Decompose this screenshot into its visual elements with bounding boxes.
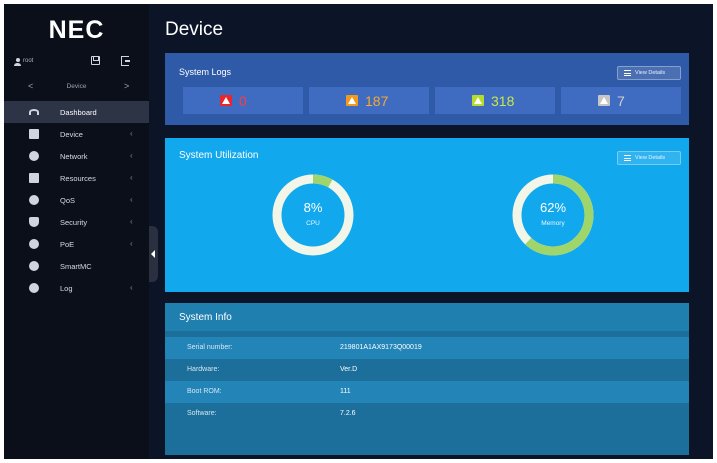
info-row-bootrom: Boot ROM: 111 [165, 381, 689, 403]
info-key: Hardware: [187, 366, 220, 373]
system-info-panel: System Info Serial number: 219801A1AX917… [165, 303, 689, 455]
chevron-left-icon: ‹ [130, 195, 133, 204]
system-info-title: System Info [179, 312, 232, 323]
memory-donut: 62% Memory [511, 173, 595, 257]
gauge-icon [29, 109, 39, 115]
chevron-left-icon: ‹ [130, 151, 133, 160]
system-logs-view-details-button[interactable]: View Details [617, 66, 681, 80]
view-details-label: View Details [635, 155, 666, 161]
sidebar: NEC root < Device > Dashboard Device ‹ N… [4, 4, 149, 459]
chevron-left-icon: ‹ [130, 129, 133, 138]
sidebar-item-device[interactable]: Device ‹ [4, 123, 149, 145]
sidebar-item-dashboard[interactable]: Dashboard [4, 101, 149, 123]
sidebar-item-label: Log [60, 284, 73, 293]
info-value: 219801A1AX9173Q00019 [340, 344, 422, 351]
system-info-header: System Info [165, 303, 689, 331]
nav-switch: < Device > [4, 80, 149, 94]
system-utilization-title: System Utilization [179, 150, 259, 161]
qos-icon [29, 195, 39, 205]
sidebar-item-label: Network [60, 152, 88, 161]
info-row-serial: Serial number: 219801A1AX9173Q00019 [165, 337, 689, 359]
log-count-info[interactable]: 7 [561, 87, 681, 114]
chevron-left-icon: ‹ [130, 283, 133, 292]
system-utilization-panel: System Utilization View Details 8% CPU 6… [165, 138, 689, 292]
poe-icon [29, 239, 39, 249]
info-key: Boot ROM: [187, 388, 222, 395]
info-value: Ver.D [340, 366, 358, 373]
sidebar-item-security[interactable]: Security ‹ [4, 211, 149, 233]
sidebar-item-label: Resources [60, 174, 96, 183]
list-icon [624, 70, 631, 76]
globe-icon [29, 151, 39, 161]
sidebar-item-label: QoS [60, 196, 76, 205]
info-row-software: Software: 7.2.6 [165, 403, 689, 425]
sidebar-item-smartmc[interactable]: SmartMC [4, 255, 149, 277]
cpu-percent: 8% [303, 200, 323, 215]
user-name: root [23, 58, 34, 64]
main-content: Device System Logs View Details 0 187 31… [149, 4, 713, 459]
log-count-critical[interactable]: 0 [183, 87, 303, 114]
log-count-value: 7 [617, 93, 625, 109]
memory-percent: 62% [539, 200, 567, 215]
view-details-label: View Details [635, 70, 666, 76]
chevron-left-icon: ‹ [130, 239, 133, 248]
warning-icon [472, 95, 484, 106]
info-value: 111 [340, 388, 351, 395]
cpu-donut: 8% CPU [271, 173, 355, 257]
list-icon [624, 155, 631, 161]
sidebar-item-log[interactable]: Log ‹ [4, 277, 149, 299]
system-logs-title: System Logs [179, 67, 232, 77]
sidebar-item-network[interactable]: Network ‹ [4, 145, 149, 167]
system-utilization-view-details-button[interactable]: View Details [617, 151, 681, 165]
warning-icon [346, 95, 358, 106]
chevron-left-icon: ‹ [130, 173, 133, 182]
log-count-warning[interactable]: 187 [309, 87, 429, 114]
sidebar-item-label: PoE [60, 240, 75, 249]
cpu-caption: CPU [306, 220, 320, 227]
chevron-left-icon: ‹ [130, 217, 133, 226]
info-key: Serial number: [187, 344, 233, 351]
memory-donut-ring [512, 174, 594, 256]
nec-logo: NEC [48, 16, 105, 44]
nav-next-button[interactable]: > [124, 81, 129, 91]
page-title: Device [165, 19, 224, 40]
sidebar-item-label: Dashboard [60, 108, 97, 117]
cpu-donut-ring [272, 174, 354, 256]
device-icon [29, 129, 39, 139]
sidebar-item-qos[interactable]: QoS ‹ [4, 189, 149, 211]
warning-icon [220, 95, 232, 106]
memory-caption: Memory [541, 220, 565, 227]
user-bar: root [4, 54, 149, 70]
sidebar-item-label: Security [60, 218, 88, 227]
database-icon [29, 173, 39, 183]
log-icon [29, 283, 39, 293]
warning-icon [598, 95, 610, 106]
save-icon[interactable] [91, 56, 100, 65]
smartmc-icon [29, 261, 39, 271]
shield-icon [29, 217, 39, 227]
sidebar-item-label: Device [60, 130, 83, 139]
system-logs-panel: System Logs View Details 0 187 318 7 [165, 53, 689, 125]
log-count-value: 0 [239, 93, 247, 109]
info-value: 7.2.6 [340, 410, 356, 417]
sidebar-item-label: SmartMC [60, 262, 92, 271]
log-count-value: 187 [365, 93, 389, 109]
app-frame: NEC root < Device > Dashboard Device ‹ N… [4, 4, 713, 459]
user-icon [14, 58, 21, 66]
log-count-value: 318 [491, 93, 515, 109]
sidebar-item-resources[interactable]: Resources ‹ [4, 167, 149, 189]
info-row-hardware: Hardware: Ver.D [165, 359, 689, 381]
info-key: Software: [187, 410, 217, 417]
log-count-notice[interactable]: 318 [435, 87, 555, 114]
cpu-ring-track [272, 174, 354, 256]
sidebar-item-poe[interactable]: PoE ‹ [4, 233, 149, 255]
logout-icon[interactable] [121, 56, 130, 66]
sidebar-menu: Dashboard Device ‹ Network ‹ Resources ‹… [4, 101, 149, 299]
